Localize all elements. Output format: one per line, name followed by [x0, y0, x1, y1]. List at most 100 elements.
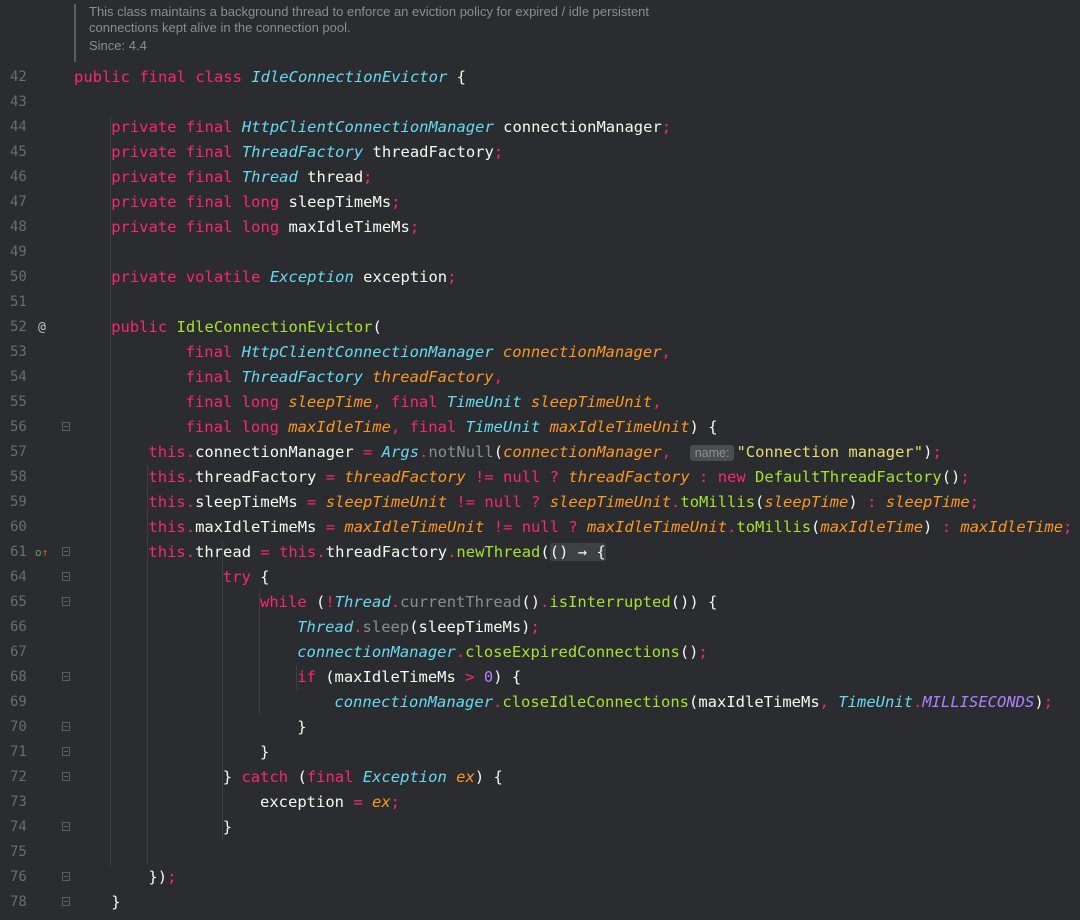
- code-text: this.connectionManager = Args.notNull(co…: [148, 440, 942, 465]
- line-number: 44: [10, 119, 27, 135]
- code-token: ex: [372, 793, 391, 811]
- fold-marker-icon[interactable]: [62, 572, 70, 581]
- code-token: !: [325, 593, 335, 611]
- code-line[interactable]: 44 private final HttpClientConnectionMana…: [0, 115, 1080, 140]
- code-token: ;: [409, 218, 420, 236]
- code-line[interactable]: 51: [0, 290, 1080, 315]
- code-token: threadFactory: [195, 468, 326, 486]
- code-line[interactable]: 53 final HttpClientConnectionManager conn…: [0, 340, 1080, 365]
- code-token: }: [111, 893, 121, 911]
- doc-line-2: connections kept alive in the connection…: [89, 20, 351, 35]
- code-token: HttpClientConnectionManager: [241, 343, 503, 361]
- code-line[interactable]: 58 this.threadFactory = threadFactory != …: [0, 465, 1080, 490]
- code-token: (: [493, 443, 504, 461]
- code-token: maxIdleTimeMs: [288, 218, 410, 236]
- code-line[interactable]: 67 connectionManager.closeExpiredConnecti…: [0, 640, 1080, 665]
- code-token: isInterrupted: [549, 593, 671, 611]
- code-token: MILLISECONDS: [922, 693, 1035, 711]
- code-line[interactable]: 72} catch (final Exception ex) {: [0, 765, 1080, 790]
- code-line[interactable]: 47 private final long sleepTimeMs;: [0, 190, 1080, 215]
- code-line[interactable]: 73 exception = ex;: [0, 790, 1080, 815]
- code-token: (: [755, 493, 765, 511]
- code-token: =: [325, 468, 345, 486]
- code-line[interactable]: 76});: [0, 865, 1080, 890]
- code-line[interactable]: 57 this.connectionManager = Args.notNull(…: [0, 440, 1080, 465]
- code-line[interactable]: 45 private final ThreadFactory threadFact…: [0, 140, 1080, 165]
- code-token: {: [260, 568, 270, 586]
- code-line[interactable]: 61 o↑ this.thread = this.threadFactory.new…: [0, 540, 1080, 565]
- code-token: ;: [167, 868, 177, 886]
- override-gutter-icon[interactable]: o↑: [35, 540, 48, 565]
- line-number: 57: [10, 444, 27, 460]
- code-token: exception: [260, 793, 354, 811]
- code-token: ThreadFactory: [241, 368, 373, 386]
- line-number: 60: [10, 519, 27, 535]
- fold-marker-icon[interactable]: [62, 772, 70, 781]
- code-token: ;: [530, 618, 540, 636]
- line-number: 43: [10, 94, 27, 110]
- fold-marker-icon[interactable]: [62, 897, 70, 906]
- code-line[interactable]: 78}: [0, 890, 1080, 915]
- code-token: this: [279, 543, 317, 561]
- fold-marker-icon[interactable]: [62, 722, 70, 731]
- code-token: }: [297, 718, 307, 736]
- code-token: ;: [493, 143, 504, 161]
- code-line[interactable]: 69 connectionManager.closeIdleConnections…: [0, 690, 1080, 715]
- fold-marker-icon[interactable]: [62, 547, 70, 556]
- code-token: maxIdleTimeUnit: [549, 418, 690, 436]
- code-token: if: [297, 668, 326, 686]
- code-token: .: [727, 518, 737, 536]
- code-text: if (maxIdleTimeMs > 0) {: [297, 665, 521, 690]
- code-token: private final long: [111, 218, 289, 236]
- code-token: ,: [661, 443, 690, 461]
- code-line[interactable]: 49: [0, 240, 1080, 265]
- code-line[interactable]: 54 final ThreadFactory threadFactory,: [0, 365, 1080, 390]
- code-token: IdleConnectionEvictor: [176, 318, 373, 336]
- code-token: .: [540, 593, 550, 611]
- code-line[interactable]: 71}: [0, 740, 1080, 765]
- code-line[interactable]: 74}: [0, 815, 1080, 840]
- code-token: TimeUnit: [465, 418, 550, 436]
- code-token: null: [521, 518, 569, 536]
- code-token: threadFactory: [344, 468, 476, 486]
- code-line[interactable]: 56 final long maxIdleTime, final TimeUnit…: [0, 415, 1080, 440]
- code-line[interactable]: 65 while (!Thread.currentThread().isInter…: [0, 590, 1080, 615]
- code-line[interactable]: 64 try {: [0, 565, 1080, 590]
- code-text: this.threadFactory = threadFactory != nu…: [148, 465, 969, 490]
- code-token: ?: [568, 518, 588, 536]
- code-line[interactable]: 43: [0, 90, 1080, 115]
- code-line[interactable]: 52 @ public IdleConnectionEvictor(: [0, 315, 1080, 340]
- code-line[interactable]: 46 private final Thread thread;: [0, 165, 1080, 190]
- fold-marker-icon[interactable]: [62, 747, 70, 756]
- code-text: });: [148, 865, 176, 890]
- code-line[interactable]: 59 this.sleepTimeMs = sleepTimeUnit != nu…: [0, 490, 1080, 515]
- code-token: newThread: [456, 543, 541, 561]
- doc-line-1: This class maintains a background thread…: [89, 4, 650, 19]
- fold-marker-icon[interactable]: [62, 672, 70, 681]
- line-number: 58: [10, 469, 27, 485]
- code-line[interactable]: 68 if (maxIdleTimeMs > 0) {: [0, 665, 1080, 690]
- code-line[interactable]: 66 Thread.sleep(sleepTimeMs);: [0, 615, 1080, 640]
- code-token: Thread: [334, 593, 391, 611]
- code-line[interactable]: 60 this.maxIdleTimeMs = maxIdleTimeUnit !…: [0, 515, 1080, 540]
- line-number: 65: [10, 594, 27, 610]
- code-token: Exception: [362, 768, 457, 786]
- code-token: ;: [1063, 518, 1073, 536]
- code-line[interactable]: 48 private final long maxIdleTimeMs;: [0, 215, 1080, 240]
- code-token: connectionManager: [503, 118, 662, 136]
- fold-marker-icon[interactable]: [62, 872, 70, 881]
- code-token: 0: [483, 668, 494, 686]
- code-token: ) {: [689, 418, 718, 436]
- code-token: HttpClientConnectionManager: [241, 118, 504, 136]
- fold-marker-icon[interactable]: [62, 597, 70, 606]
- code-line[interactable]: 50 private volatile Exception exception;: [0, 265, 1080, 290]
- fold-marker-icon[interactable]: [62, 422, 70, 431]
- code-token: thread: [195, 543, 261, 561]
- annotation-gutter-icon[interactable]: @: [38, 315, 46, 340]
- code-line[interactable]: 70}: [0, 715, 1080, 740]
- code-token: !=: [456, 493, 485, 511]
- fold-marker-icon[interactable]: [62, 822, 70, 831]
- code-line[interactable]: 42 public final class IdleConnectionEvict…: [0, 65, 1080, 90]
- code-line[interactable]: 75: [0, 840, 1080, 865]
- code-line[interactable]: 55 final long sleepTime, final TimeUnit s…: [0, 390, 1080, 415]
